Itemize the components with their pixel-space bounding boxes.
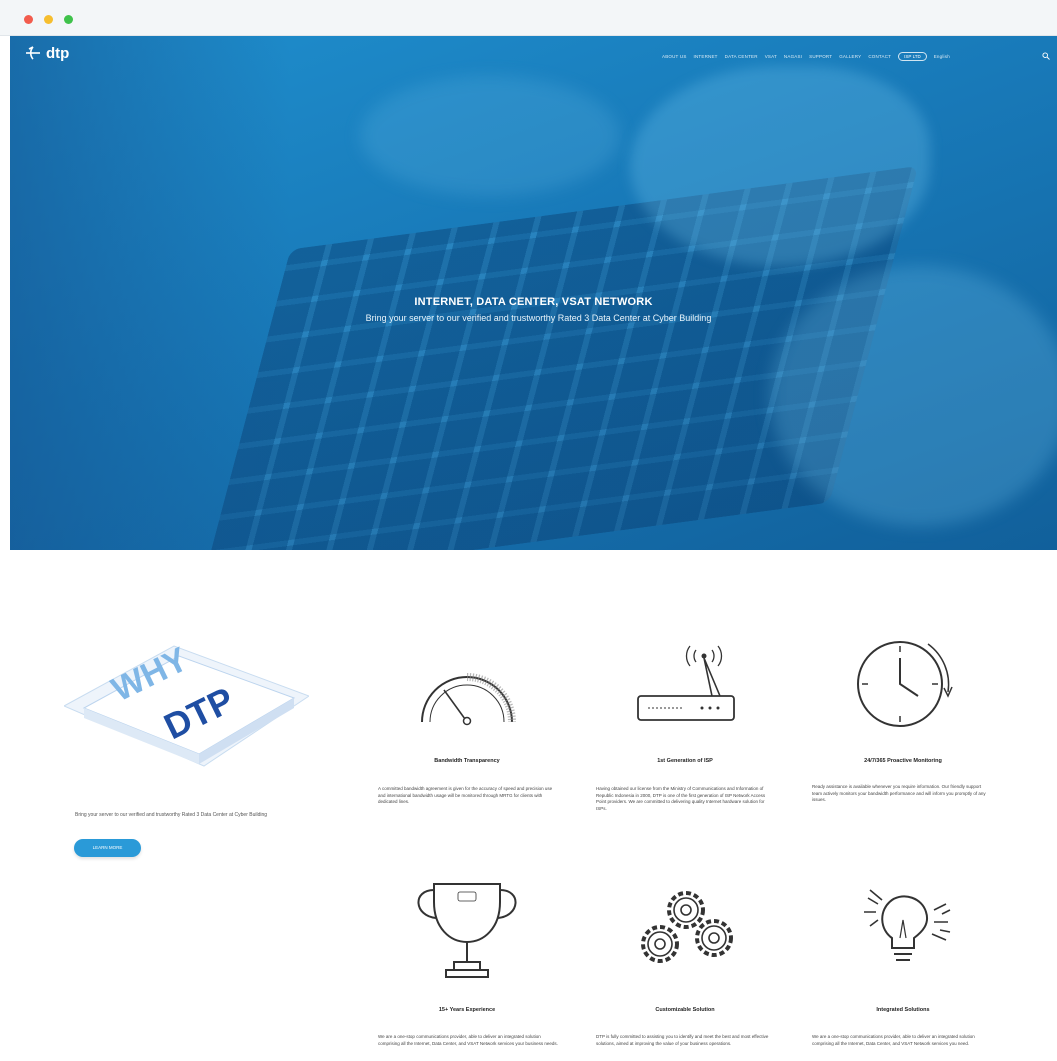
feature-description: We are a one-stop communications provide… [812, 1034, 975, 1046]
nav-nagasi[interactable]: NAGASI [784, 54, 802, 59]
close-window-button[interactable] [24, 15, 33, 24]
hero-title: INTERNET, DATA CENTER, VSAT NETWORK [414, 296, 653, 308]
nav-data-center[interactable]: DATA CENTER [725, 54, 758, 59]
hero-banner [10, 36, 1057, 550]
main-navigation: ABOUT US INTERNET DATA CENTER VSAT NAGAS… [662, 52, 950, 61]
nav-vsat[interactable]: VSAT [765, 54, 777, 59]
nav-support[interactable]: SUPPORT [809, 54, 832, 59]
window-titlebar [0, 0, 1057, 36]
feature-title: 15+ Years Experience [438, 1007, 496, 1013]
feature-description: A committed bandwidth agreement is given… [378, 786, 553, 804]
why-dtp-illustration: WHY DTP [64, 640, 309, 767]
nav-contact[interactable]: CONTACT [868, 54, 891, 59]
clock-icon [857, 641, 953, 727]
nav-internet[interactable]: INTERNET [694, 54, 718, 59]
language-selector[interactable]: English [934, 54, 950, 59]
feature-description: Having obtained our license from the Min… [596, 786, 766, 811]
feature-description: We are a one-stop communications provide… [378, 1034, 558, 1046]
feature-description: Ready assistance is available whenever y… [812, 784, 986, 802]
browser-window: dtp ABOUT US INTERNET DATA CENTER VSAT N… [0, 0, 1057, 1061]
lightbulb-icon [864, 889, 951, 961]
hero-subtitle: Bring your server to our verified and tr… [365, 313, 712, 323]
feature-title: Integrated Solutions [876, 1007, 930, 1013]
router-icon [637, 645, 735, 721]
hero-shade [10, 36, 290, 550]
gears-icon [641, 891, 733, 963]
trophy-icon [417, 883, 517, 978]
nav-gallery[interactable]: GALLERY [839, 54, 861, 59]
dtp-logo-icon [26, 46, 40, 60]
learn-more-button[interactable]: LEARN MORE [74, 839, 141, 857]
speedometer-icon [421, 673, 516, 726]
nav-about-us[interactable]: ABOUT US [662, 54, 687, 59]
search-icon[interactable] [1042, 52, 1050, 60]
why-description: Bring your server to our verified and tr… [75, 812, 268, 818]
minimize-window-button[interactable] [44, 15, 53, 24]
nav-cta-button[interactable]: ISP LTD [898, 52, 927, 61]
site-logo[interactable]: dtp [24, 44, 69, 62]
maximize-window-button[interactable] [64, 15, 73, 24]
feature-title: 24/7/365 Proactive Monitoring [864, 758, 942, 764]
feature-title: Customizable Solution [655, 1007, 715, 1013]
hero-hand-shape [360, 76, 620, 196]
feature-title: Bandwidth Transparency [434, 758, 500, 764]
hero-hand-shape [630, 66, 930, 266]
feature-title: 1st Generation of ISP [657, 758, 713, 764]
logo-text: dtp [46, 44, 70, 62]
feature-description: DTP is fully committed to assisting you … [596, 1034, 769, 1046]
